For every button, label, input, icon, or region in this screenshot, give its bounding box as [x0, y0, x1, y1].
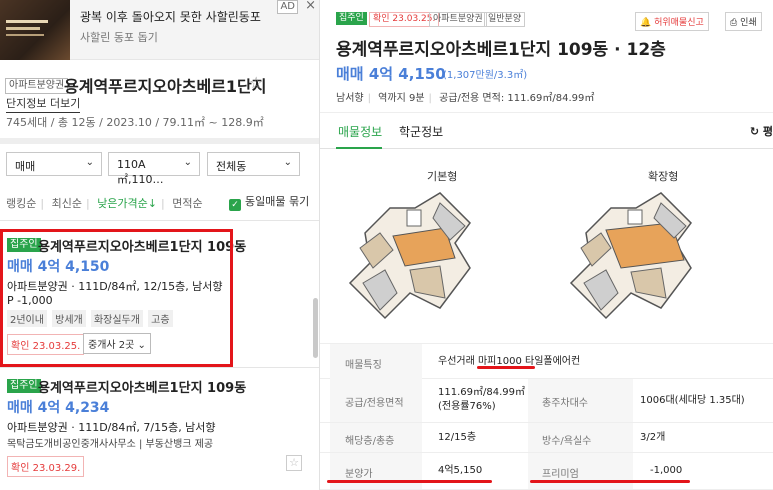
sale-type-tag: 일반분양 [484, 12, 526, 27]
ad-banner[interactable]: 광복 이후 돌아오지 못한 사할린동포 사할린 동포 돕기 AD × [0, 0, 319, 60]
ad-title[interactable]: 광복 이후 돌아오지 못한 사할린동포 [80, 8, 261, 25]
plan-label-extended: 확장형 [648, 170, 679, 183]
list-divider [0, 220, 319, 221]
chevron-down-icon: ⌄ [85, 157, 94, 168]
refresh-label: 평 [762, 125, 773, 138]
floor-plan-basic[interactable] [345, 188, 475, 328]
table-row: 공급/전용면적 111.69㎡/84.99㎡(전용률76%) 총주차대수 100… [320, 379, 773, 423]
list-divider [0, 367, 319, 368]
highlight-underline [327, 480, 492, 483]
label-sale-price: 분양가 [345, 469, 373, 480]
area-value: 110A㎡,110… [117, 158, 164, 186]
detail-panel: 집주인 확인 23.03.25. 아파트분양권 일반분양 🔔 허위매물신고 ⎙ … [320, 0, 773, 490]
listing-name: 용계역푸르지오아츠베르1단지 109동 [38, 381, 247, 396]
favorite-star-icon[interactable]: ☆ [249, 73, 263, 92]
owner-tag: 집주인 [336, 12, 367, 25]
sort-low-price[interactable]: 낮은가격순↓ [97, 197, 157, 210]
value-floor: 12/15층 [438, 432, 477, 443]
scrollbar-thumb[interactable] [313, 298, 318, 358]
checkbox-checked-icon[interactable]: ✓ [229, 199, 241, 211]
direction: 남서향 [336, 93, 364, 104]
complex-summary: 745세대 / 총 12동 / 2023.10 / 79.11㎡ ~ 128.9… [6, 116, 264, 129]
value-sale-price: 4억5,150 [438, 465, 483, 476]
detail-title: 용계역푸르지오아츠베르1단지 109동 · 12층 [336, 40, 666, 60]
detail-price-per-pyeong: (1,307만원/3.3㎡) [443, 70, 528, 81]
highlight-box [0, 229, 233, 367]
dong-select[interactable]: 전체동 ⌄ [207, 152, 300, 176]
same-listing-label: 동일매물 묶기 [245, 195, 310, 208]
ad-close-icon[interactable]: × [305, 0, 316, 13]
floor-plan-extended[interactable] [566, 188, 696, 328]
section-divider [0, 138, 319, 144]
label-area: 공급/전용면적 [345, 398, 404, 409]
table-row: 매물특징 우선거래 마피1000 타일폴에어컨 [320, 343, 773, 379]
deal-type-select[interactable]: 매매 ⌄ [6, 152, 102, 176]
app-root: 광복 이후 돌아오지 못한 사할린동포 사할린 동포 돕기 AD × 아파트분양… [0, 0, 773, 490]
value-parking: 1006대(세대당 1.35대) [640, 395, 745, 406]
value-premium: -1,000 [650, 465, 683, 476]
refresh-icon: ↻ [749, 125, 760, 138]
same-listing-toggle[interactable]: ✓ 동일매물 묶기 [229, 193, 309, 211]
deal-type-value: 매매 [15, 160, 36, 173]
label-parking: 총주차대수 [542, 398, 588, 409]
type-tag: 아파트분양권 [429, 12, 487, 27]
sort-latest[interactable]: 최신순 [52, 197, 82, 210]
table-row: 분양가 4억5,150 프리미엄 -1,000 [320, 453, 773, 490]
area-select[interactable]: 110A㎡,110… ⌄ [108, 152, 200, 186]
owner-tag: 집주인 [7, 379, 41, 393]
detail-price: 매매 4억 4,150 [336, 65, 446, 83]
value-area: 111.69㎡/84.99㎡(전용률76%) [438, 387, 525, 412]
ad-badge: AD [277, 0, 298, 14]
complex-title: 용계역푸르지오아츠베르1단지 [64, 77, 267, 96]
sort-bar: 랭킹순 | 최신순 | 낮은가격순↓ | 면적순 [6, 197, 203, 210]
label-rooms: 방수/욕실수 [542, 436, 592, 447]
area-info: 공급/전용 면적: 111.69㎡/84.99㎡ [439, 93, 595, 104]
listing-desc: 아파트분양권 · 111D/84㎡, 7/15층, 남서향 [7, 421, 216, 434]
complex-type-tag: 아파트분양권 [5, 78, 69, 94]
active-tab-underline [336, 147, 382, 149]
complex-info-link[interactable]: 단지정보 더보기 [6, 95, 80, 113]
tab-listing-info[interactable]: 매물정보 [338, 123, 382, 140]
listing-agency: 목탁금도개비공인중개사사무소 | 부동산뱅크 제공 [7, 439, 214, 450]
sort-area[interactable]: 면적순 [172, 197, 202, 210]
label-floor: 해당층/총층 [345, 436, 395, 447]
station-distance: 역까지 9분 [378, 93, 425, 104]
refresh-button[interactable]: ↻ 평 [750, 123, 773, 139]
highlight-underline [477, 366, 535, 369]
ad-thumbnail [0, 0, 70, 60]
listing-price: 매매 4억 4,234 [7, 400, 110, 416]
label-features: 매물특징 [345, 360, 382, 371]
siren-icon: 🔔 [640, 18, 652, 28]
report-button[interactable]: 🔔 허위매물신고 [635, 12, 709, 31]
label-premium: 프리미엄 [542, 469, 579, 480]
highlight-underline [530, 480, 690, 483]
print-label: 인쇄 [740, 18, 757, 28]
detail-info: 남서향 | 역까지 9분 | 공급/전용 면적: 111.69㎡/84.99㎡ [336, 93, 595, 104]
chevron-down-icon: ⌄ [283, 157, 292, 168]
ad-subtitle: 사할린 동포 돕기 [80, 31, 158, 44]
tab-school-info[interactable]: 학군정보 [399, 123, 443, 140]
listing-card[interactable]: 집주인 용계역푸르지오아츠베르1단지 109동 매매 4억 4,234 아파트분… [0, 370, 312, 490]
print-icon: ⎙ [730, 18, 738, 28]
chevron-down-icon: ⌄ [183, 157, 192, 168]
report-label: 허위매물신고 [654, 18, 704, 28]
confirm-date: 확인 23.03.29. [7, 456, 85, 477]
print-button[interactable]: ⎙ 인쇄 [725, 12, 762, 31]
table-row: 해당층/총층 12/15층 방수/욕실수 3/2개 [320, 423, 773, 453]
listing-panel: 광복 이후 돌아오지 못한 사할린동포 사할린 동포 돕기 AD × 아파트분양… [0, 0, 320, 490]
detail-tabs: 매물정보 학군정보 [320, 112, 773, 149]
dong-value: 전체동 [216, 160, 247, 173]
plan-label-basic: 기본형 [427, 170, 458, 183]
sort-ranking[interactable]: 랭킹순 [6, 197, 36, 210]
value-rooms: 3/2개 [640, 432, 666, 443]
favorite-star-icon[interactable]: ☆ [286, 455, 302, 471]
